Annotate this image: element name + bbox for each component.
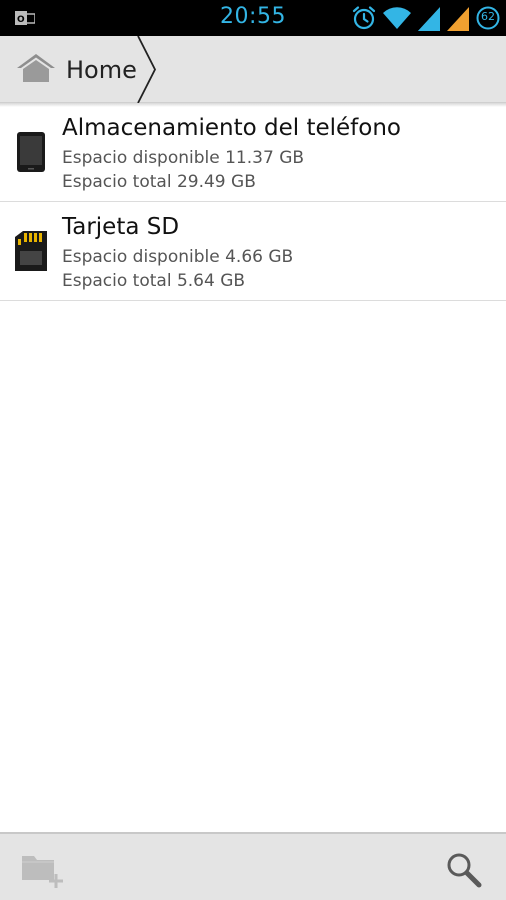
breadcrumb-bar: Home xyxy=(0,36,506,103)
sd-card-icon xyxy=(15,231,47,271)
new-folder-icon[interactable] xyxy=(18,848,66,888)
bottom-action-bar xyxy=(0,832,506,900)
battery-icon: 62 xyxy=(476,5,500,31)
home-icon xyxy=(17,54,55,82)
wifi-icon xyxy=(383,7,411,29)
item-available: Espacio disponible 11.37 GB xyxy=(62,148,305,168)
item-title: Almacenamiento del teléfono xyxy=(62,115,401,141)
item-total: Espacio total 29.49 GB xyxy=(62,172,256,192)
breadcrumb-home-label: Home xyxy=(66,56,137,84)
signal-icon xyxy=(447,7,469,31)
alarm-icon xyxy=(352,6,376,30)
signal-icon xyxy=(418,7,440,31)
item-total: Espacio total 5.64 GB xyxy=(62,271,246,291)
phone-icon xyxy=(17,132,45,172)
search-icon[interactable] xyxy=(444,850,484,888)
list-item[interactable]: Almacenamiento del teléfono Espacio disp… xyxy=(0,103,506,202)
item-available: Espacio disponible 4.66 GB xyxy=(62,247,294,267)
battery-level: 62 xyxy=(481,10,495,23)
status-bar: O 20:55 62 xyxy=(0,0,506,36)
item-title: Tarjeta SD xyxy=(62,214,180,240)
storage-list: Almacenamiento del teléfono Espacio disp… xyxy=(0,103,506,301)
list-item[interactable]: Tarjeta SD Espacio disponible 4.66 GB Es… xyxy=(0,202,506,301)
breadcrumb-separator xyxy=(137,36,157,103)
